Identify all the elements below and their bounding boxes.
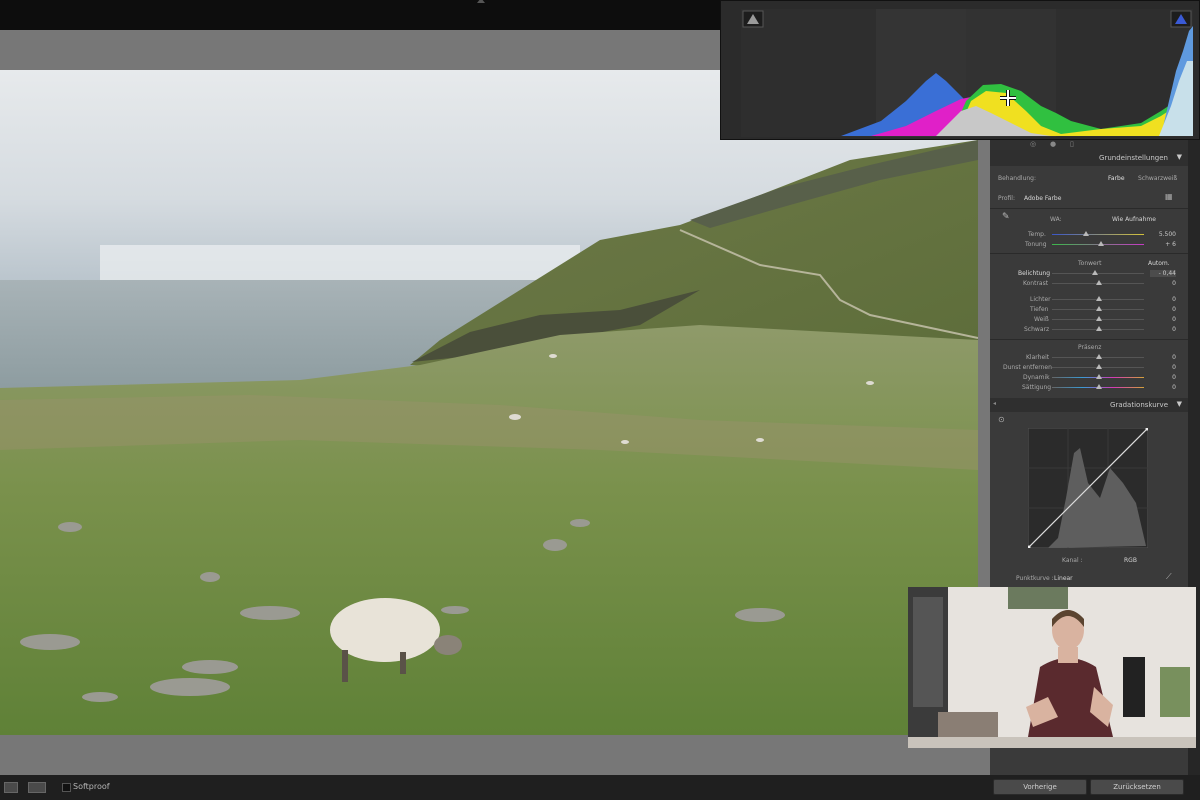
clarity-slider-knob[interactable] [1096, 354, 1102, 359]
highlights-slider-knob[interactable] [1096, 296, 1102, 301]
exposure-slider-knob[interactable] [1092, 270, 1098, 275]
compare-icon[interactable] [28, 782, 46, 793]
left-triangle-icon[interactable]: ◂ [993, 400, 996, 407]
contrast-slider-knob[interactable] [1096, 280, 1102, 285]
auto-tone-button[interactable]: Autom. [1148, 260, 1170, 267]
contrast-label: Kontrast [1023, 280, 1049, 287]
saturation-value[interactable]: 0 [1156, 384, 1176, 391]
previous-button[interactable]: Vorherige [993, 779, 1087, 795]
brush-tool-icon[interactable]: ▯ [1070, 140, 1074, 148]
collapse-triangle-icon[interactable]: ▼ [1177, 400, 1182, 408]
clarity-label: Klarheit [1026, 354, 1050, 361]
shadows-label: Tiefen [1030, 306, 1049, 313]
point-curve-label: Punktkurve : [1016, 575, 1054, 582]
whites-value[interactable]: 0 [1156, 316, 1176, 323]
softproof-label: Softproof [73, 782, 110, 791]
grid-icon[interactable] [4, 782, 18, 793]
saturation-label: Sättigung [1022, 384, 1052, 391]
whites-label: Weiß [1034, 316, 1049, 323]
presence-label: Präsenz [1078, 344, 1102, 351]
radial-tool-icon[interactable]: ● [1050, 140, 1056, 148]
blacks-label: Schwarz [1024, 326, 1050, 333]
basic-section-header[interactable]: Grundeinstellungen ▼ [990, 150, 1188, 166]
divider [990, 208, 1188, 209]
histogram-panel[interactable] [720, 0, 1200, 140]
temp-slider-track[interactable] [1052, 234, 1144, 235]
tool-strip: ◎ ● ▯ [990, 140, 1188, 150]
blacks-slider-knob[interactable] [1096, 326, 1102, 331]
basic-section-title: Grundeinstellungen [1099, 154, 1168, 162]
blacks-value[interactable]: 0 [1156, 326, 1176, 333]
point-curve-select[interactable]: Linear [1054, 575, 1073, 582]
profile-label: Profil: [998, 195, 1015, 202]
tone-curve-graph[interactable] [1028, 428, 1148, 548]
wb-label: WA: [1050, 216, 1062, 223]
histogram-graph [741, 9, 1193, 137]
dehaze-slider-knob[interactable] [1096, 364, 1102, 369]
tint-value[interactable]: + 6 [1156, 241, 1176, 248]
wb-select[interactable]: Wie Aufnahme [1112, 216, 1156, 223]
channel-label: Kanal : [1062, 557, 1083, 564]
saturation-slider-knob[interactable] [1096, 384, 1102, 389]
profile-select[interactable]: Adobe Farbe [1024, 195, 1061, 202]
exposure-label: Belichtung [1018, 270, 1051, 277]
eyedropper-icon[interactable]: ✎ [1002, 212, 1010, 222]
contrast-value[interactable]: 0 [1156, 280, 1176, 287]
dehaze-label: Dunst entfernen [1003, 364, 1052, 371]
treatment-bw-option[interactable]: Schwarzweiß [1138, 175, 1177, 182]
curve-edit-icon[interactable]: ⟋ [1166, 572, 1172, 582]
temp-label: Temp. [1028, 231, 1046, 238]
channel-select[interactable]: RGB [1124, 557, 1137, 564]
clarity-value[interactable]: 0 [1156, 354, 1176, 361]
temp-slider-knob[interactable] [1083, 231, 1089, 236]
mask-tool-icon[interactable]: ◎ [1030, 140, 1036, 148]
photo-preview[interactable] [0, 70, 978, 735]
vibrance-slider-knob[interactable] [1096, 374, 1102, 379]
tone-curve-section-header[interactable]: ◂ Gradationskurve ▼ [990, 398, 1188, 412]
shadows-slider-knob[interactable] [1096, 306, 1102, 311]
tone-curve-title: Gradationskurve [1110, 401, 1168, 409]
collapse-triangle-icon[interactable]: ▼ [1177, 153, 1182, 161]
whites-slider-knob[interactable] [1096, 316, 1102, 321]
tint-slider-knob[interactable] [1098, 241, 1104, 246]
exposure-value[interactable]: - 0,44 [1150, 270, 1176, 277]
panel-toggle-icon[interactable] [477, 0, 485, 3]
target-adjust-icon[interactable]: ⊙ [998, 415, 1005, 424]
reset-button[interactable]: Zurücksetzen [1090, 779, 1184, 795]
dehaze-value[interactable]: 0 [1156, 364, 1176, 371]
divider [990, 253, 1188, 254]
highlights-value[interactable]: 0 [1156, 296, 1176, 303]
bottom-toolbar: Softproof Vorherige Zurücksetzen [0, 775, 1200, 800]
tint-label: Tonung [1025, 241, 1047, 248]
webcam-overlay [908, 587, 1196, 748]
vibrance-value[interactable]: 0 [1156, 374, 1176, 381]
tone-label: Tonwert [1078, 260, 1102, 267]
divider [990, 339, 1188, 340]
softproof-checkbox[interactable] [62, 783, 71, 792]
exposure-slider-track[interactable] [1052, 273, 1144, 274]
highlights-label: Lichter [1030, 296, 1051, 303]
profile-browser-icon[interactable]: ▦ [1165, 192, 1173, 201]
treatment-color-option[interactable]: Farbe [1108, 175, 1125, 182]
meadow [0, 325, 978, 735]
cloud-band [100, 245, 580, 280]
vibrance-label: Dynamik [1023, 374, 1050, 381]
temp-value[interactable]: 5.500 [1156, 231, 1176, 238]
treatment-label: Behandlung: [998, 175, 1037, 182]
shadows-value[interactable]: 0 [1156, 306, 1176, 313]
